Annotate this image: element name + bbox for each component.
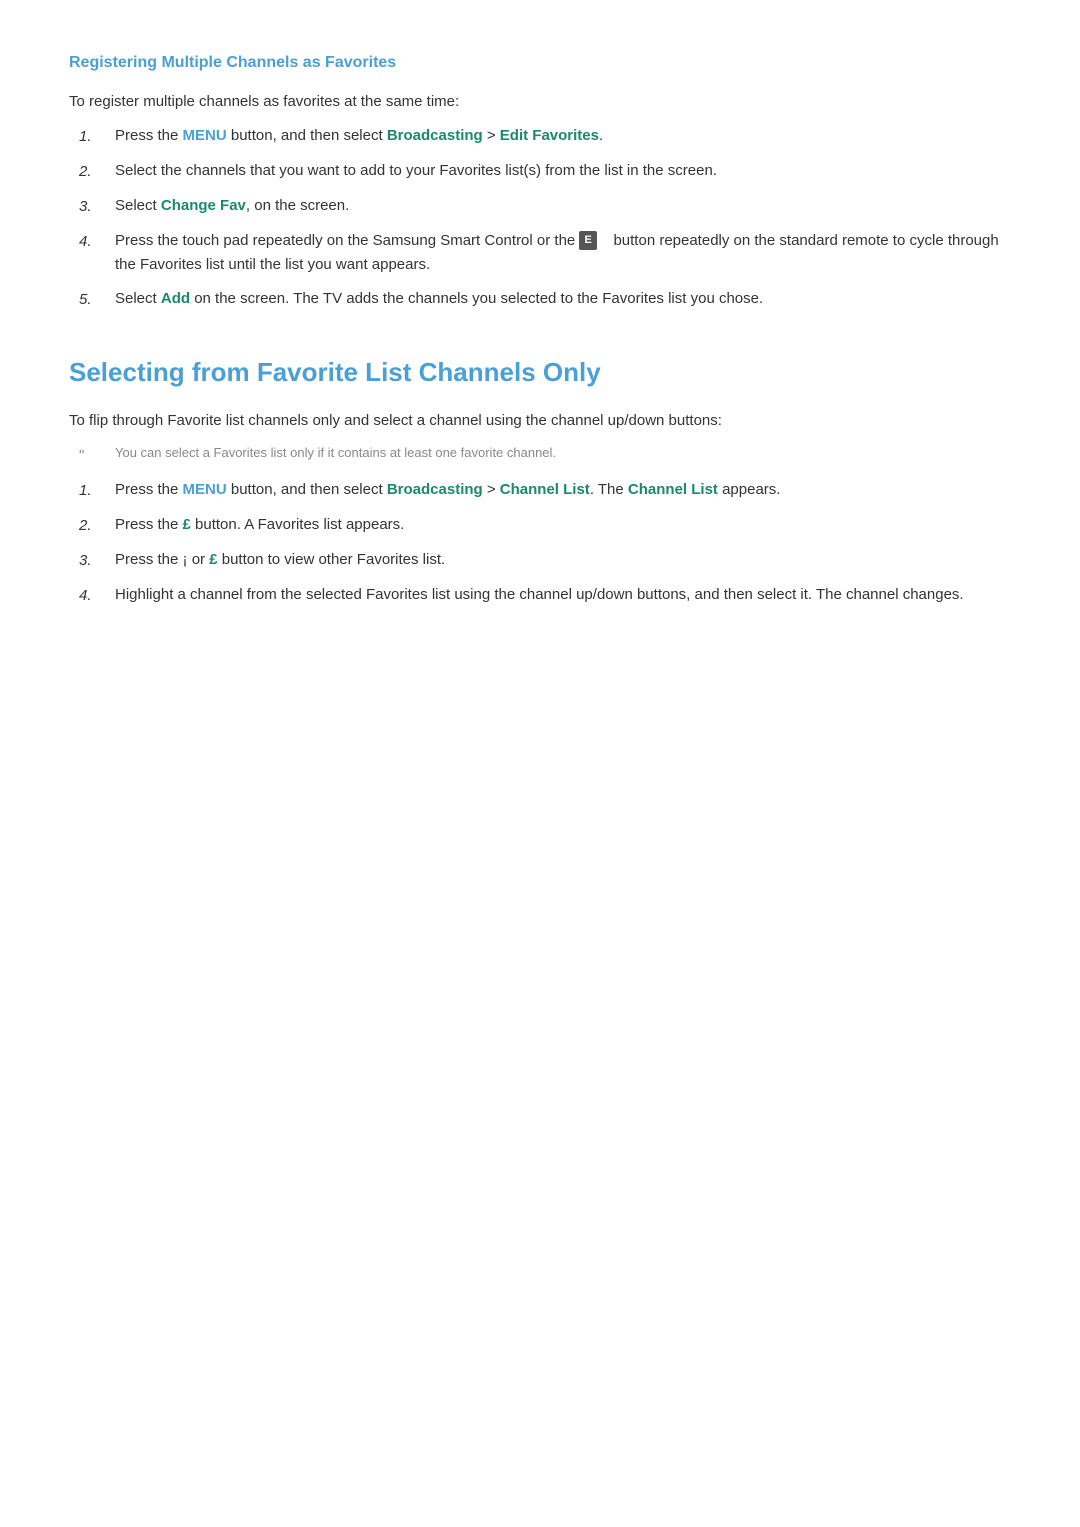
step-number: 4. xyxy=(79,229,115,254)
step-item: 1. Press the MENU button, and then selec… xyxy=(69,478,1011,503)
section-registering: Registering Multiple Channels as Favorit… xyxy=(69,50,1011,312)
step-content: Select Change Fav, on the screen. xyxy=(115,194,1011,218)
pound-keyword: £ xyxy=(183,516,191,533)
section-selecting: Selecting from Favorite List Channels On… xyxy=(69,352,1011,609)
step-number: 1. xyxy=(79,478,115,503)
step-number: 3. xyxy=(79,194,115,219)
step-number: 3. xyxy=(79,548,115,573)
step-item: 4. Press the touch pad repeatedly on the… xyxy=(69,229,1011,277)
e-button-icon: E xyxy=(579,231,596,251)
broadcasting-keyword: Broadcasting xyxy=(387,127,483,144)
section2-title: Selecting from Favorite List Channels On… xyxy=(69,352,1011,394)
section1-steps: 1. Press the MENU button, and then selec… xyxy=(69,124,1011,312)
add-keyword: Add xyxy=(161,290,190,307)
menu-keyword: MENU xyxy=(183,127,227,144)
step-item: 5. Select Add on the screen. The TV adds… xyxy=(69,287,1011,312)
step-item: 3. Press the ¡ or £ button to view other… xyxy=(69,548,1011,573)
step-number: 1. xyxy=(79,124,115,149)
step-item: 2. Press the £ button. A Favorites list … xyxy=(69,513,1011,538)
channel-list-keyword: Channel List xyxy=(500,481,590,498)
step-content: Highlight a channel from the selected Fa… xyxy=(115,583,1011,607)
step-item: 3. Select Change Fav, on the screen. xyxy=(69,194,1011,219)
section1-title: Registering Multiple Channels as Favorit… xyxy=(69,50,1011,76)
section2-intro: To flip through Favorite list channels o… xyxy=(69,409,1011,433)
step-content: Press the touch pad repeatedly on the Sa… xyxy=(115,229,1011,277)
channel-list-keyword2: Channel List xyxy=(628,481,718,498)
section2-steps: " You can select a Favorites list only i… xyxy=(69,443,1011,608)
step-content: Press the MENU button, and then select B… xyxy=(115,478,1011,502)
step-content: Select the channels that you want to add… xyxy=(115,159,1011,183)
step-item: 1. Press the MENU button, and then selec… xyxy=(69,124,1011,149)
step-number: 2. xyxy=(79,159,115,184)
step-item: 2. Select the channels that you want to … xyxy=(69,159,1011,184)
step-content: Select Add on the screen. The TV adds th… xyxy=(115,287,1011,311)
edit-favorites-keyword: Edit Favorites xyxy=(500,127,599,144)
step-number: 2. xyxy=(79,513,115,538)
step-number: 5. xyxy=(79,287,115,312)
step-content: Press the MENU button, and then select B… xyxy=(115,124,1011,148)
pound-keyword2: £ xyxy=(209,551,217,568)
broadcasting-keyword: Broadcasting xyxy=(387,481,483,498)
step-content: Press the £ button. A Favorites list app… xyxy=(115,513,1011,537)
step-content: Press the ¡ or £ button to view other Fa… xyxy=(115,548,1011,572)
section1-intro: To register multiple channels as favorit… xyxy=(69,90,1011,114)
note-item: " You can select a Favorites list only i… xyxy=(69,443,1011,468)
step-item: 4. Highlight a channel from the selected… xyxy=(69,583,1011,608)
menu-keyword: MENU xyxy=(183,481,227,498)
step-number: 4. xyxy=(79,583,115,608)
note-content: You can select a Favorites list only if … xyxy=(115,443,556,464)
note-marker: " xyxy=(79,443,115,468)
change-fav-keyword: Change Fav xyxy=(161,197,246,214)
inverted-exclamation: ¡ xyxy=(183,551,188,568)
